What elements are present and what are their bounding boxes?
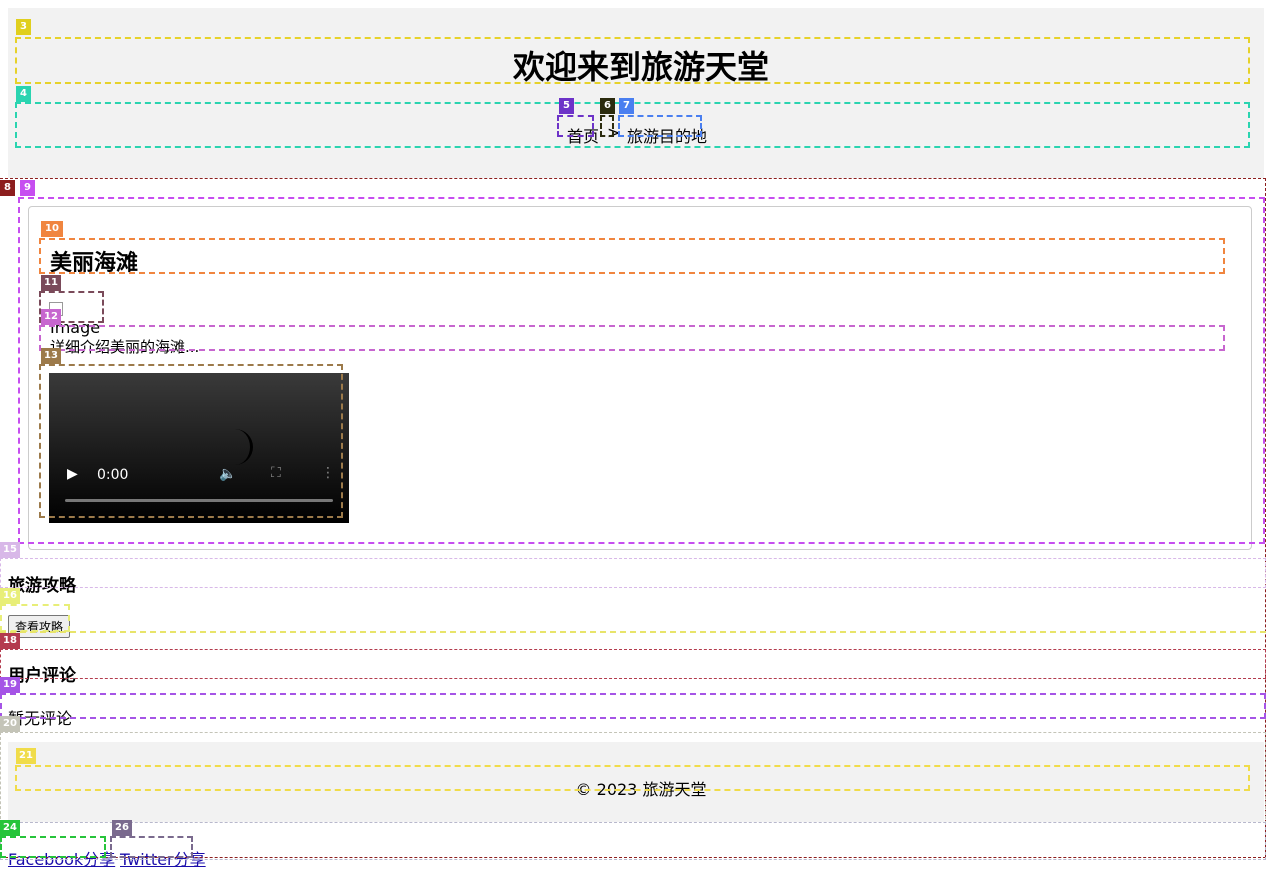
overlay-badge: 4 <box>16 86 31 102</box>
overlay-box <box>15 37 1250 84</box>
overlay-badge: 3 <box>16 19 31 35</box>
overlay-badge: 16 <box>0 588 20 604</box>
overlay-badge: 11 <box>41 275 61 291</box>
overlay-badge: 10 <box>41 221 63 237</box>
overlay-box <box>0 836 106 858</box>
overlay-badge: 21 <box>16 748 36 764</box>
overlay-badge: 5 <box>559 98 574 114</box>
overlay-box <box>39 238 1225 274</box>
overlay-badge: 9 <box>20 180 35 196</box>
overlay-box <box>39 364 343 518</box>
overlay-badge: 8 <box>0 180 15 196</box>
overlay-badge: 19 <box>0 677 20 693</box>
overlay-box <box>600 115 614 137</box>
overlay-badge: 13 <box>41 348 61 364</box>
overlay-box <box>618 115 702 137</box>
overlay-box <box>110 836 193 858</box>
overlay-badge: 20 <box>0 716 20 732</box>
header-band <box>8 8 1264 178</box>
overlay-box <box>0 558 1266 588</box>
overlay-badge: 26 <box>112 820 132 836</box>
overlay-badge: 18 <box>0 633 20 649</box>
overlay-box <box>0 604 70 632</box>
overlay-box <box>39 325 1225 351</box>
overlay-box <box>0 649 1266 679</box>
overlay-badge: 15 <box>0 542 20 558</box>
overlay-badge: 7 <box>619 98 634 114</box>
overlay-box <box>0 631 1266 633</box>
overlay-box <box>0 693 1266 719</box>
overlay-badge: 24 <box>0 820 20 836</box>
overlay-box <box>557 115 594 137</box>
overlay-badge: 12 <box>41 309 61 325</box>
overlay-box <box>15 765 1250 791</box>
overlay-badge: 6 <box>600 98 615 114</box>
